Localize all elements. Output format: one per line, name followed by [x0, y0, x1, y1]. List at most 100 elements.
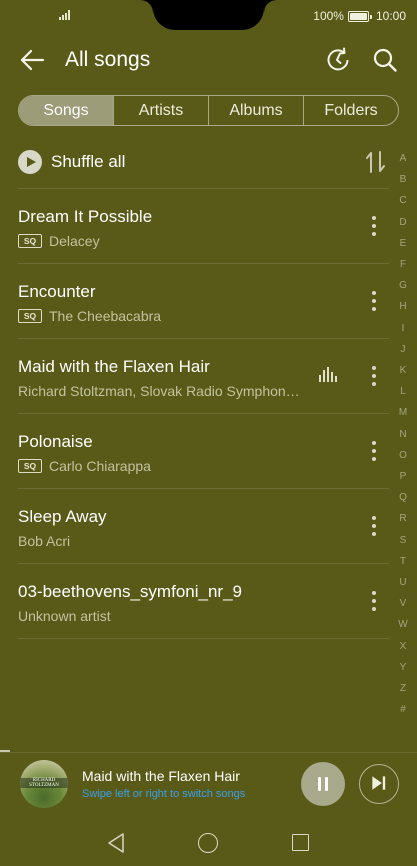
song-row[interactable]: 03-beethovens_symfoni_nr_9 Unknown artis… — [0, 563, 400, 638]
more-vertical-icon[interactable] — [366, 514, 382, 538]
alphabet-letter[interactable]: K — [392, 365, 414, 376]
alphabet-letter[interactable]: M — [392, 407, 414, 418]
song-subtitle: SQ Carlo Chiarappa — [18, 458, 151, 474]
song-artist: Carlo Chiarappa — [49, 458, 151, 474]
alphabet-letter[interactable]: Y — [392, 662, 414, 673]
song-artist: Bob Acri — [18, 533, 71, 549]
clock: 10:00 — [375, 9, 406, 23]
alphabet-letter[interactable]: D — [392, 217, 414, 228]
song-row[interactable]: Encounter SQ The Cheebacabra — [0, 263, 400, 338]
alphabet-letter[interactable]: X — [392, 641, 414, 652]
album-cover[interactable]: RICHARD STOLTZMAN — [20, 760, 68, 808]
playback-progress — [0, 750, 10, 752]
alphabet-letter[interactable]: H — [392, 301, 414, 312]
next-button[interactable] — [359, 764, 399, 804]
song-subtitle: Richard Stoltzman, Slovak Radio Symphon… — [18, 383, 300, 399]
alphabet-letter[interactable]: # — [392, 704, 414, 715]
status-bar: 100% 10:00 — [0, 0, 417, 32]
refresh-icon[interactable] — [325, 47, 351, 73]
song-row[interactable]: Dream It Possible SQ Delacey — [0, 188, 400, 263]
pause-icon-bar — [325, 777, 328, 791]
pause-button[interactable] — [301, 762, 345, 806]
camera-notch — [141, 0, 264, 30]
song-title: Encounter — [18, 282, 96, 301]
skip-next-icon — [372, 776, 386, 790]
alphabet-letter[interactable]: N — [392, 429, 414, 440]
alphabet-letter[interactable]: V — [392, 598, 414, 609]
alphabet-letter[interactable]: W — [392, 619, 414, 630]
tab-artists[interactable]: Artists — [113, 96, 208, 125]
song-title: Maid with the Flaxen Hair — [18, 357, 210, 376]
more-vertical-icon[interactable] — [366, 289, 382, 313]
more-vertical-icon[interactable] — [366, 589, 382, 613]
alphabet-index[interactable]: A B C D E F G H I J K L M N O P Q R S T U V W X Y Z # — [392, 153, 414, 723]
alphabet-letter[interactable]: S — [392, 535, 414, 546]
song-artist: Richard Stoltzman, Slovak Radio Symphon… — [18, 383, 300, 399]
music-app-screen: 100% 10:00 All songs Songs Artists Album… — [0, 0, 417, 866]
now-playing-title[interactable]: Maid with the Flaxen Hair — [82, 768, 240, 784]
sq-badge: SQ — [18, 309, 42, 323]
song-subtitle: Unknown artist — [18, 608, 111, 624]
song-artist: Delacey — [49, 233, 100, 249]
alphabet-letter[interactable]: L — [392, 386, 414, 397]
alphabet-letter[interactable]: U — [392, 577, 414, 588]
alphabet-letter[interactable]: E — [392, 238, 414, 249]
song-row[interactable]: Sleep Away Bob Acri — [0, 488, 400, 563]
more-vertical-icon[interactable] — [366, 214, 382, 238]
song-subtitle: SQ Delacey — [18, 233, 100, 249]
sq-badge: SQ — [18, 234, 42, 248]
page-title: All songs — [65, 48, 151, 71]
shuffle-all-button[interactable]: Shuffle all — [18, 147, 383, 177]
song-row[interactable]: Polonaise SQ Carlo Chiarappa — [0, 413, 400, 488]
app-header: All songs — [0, 32, 417, 88]
song-subtitle: SQ The Cheebacabra — [18, 308, 161, 324]
song-subtitle: Bob Acri — [18, 533, 70, 549]
album-cover-text: RICHARD STOLTZMAN — [20, 778, 68, 788]
alphabet-letter[interactable]: O — [392, 450, 414, 461]
alphabet-letter[interactable]: F — [392, 259, 414, 270]
nav-back-icon[interactable] — [106, 832, 126, 854]
swipe-hint: Swipe left or right to switch songs — [82, 788, 246, 800]
more-vertical-icon[interactable] — [366, 439, 382, 463]
alphabet-letter[interactable]: T — [392, 556, 414, 567]
song-title: 03-beethovens_symfoni_nr_9 — [18, 582, 242, 601]
battery-icon — [347, 10, 372, 22]
alphabet-letter[interactable]: B — [392, 174, 414, 185]
sort-icon[interactable] — [365, 150, 387, 174]
system-nav-bar — [0, 820, 417, 866]
status-right: 100% 10:00 — [313, 9, 406, 23]
signal-icon — [59, 10, 72, 20]
tab-albums[interactable]: Albums — [208, 96, 303, 125]
play-circle-icon — [18, 150, 42, 174]
alphabet-letter[interactable]: R — [392, 513, 414, 524]
song-title: Polonaise — [18, 432, 93, 451]
song-title: Sleep Away — [18, 507, 107, 526]
back-arrow-icon[interactable] — [19, 48, 45, 72]
alphabet-letter[interactable]: G — [392, 280, 414, 291]
tab-folders[interactable]: Folders — [303, 96, 398, 125]
mini-player-divider — [0, 752, 417, 753]
nav-recents-icon[interactable] — [292, 834, 309, 851]
search-icon[interactable] — [372, 47, 398, 73]
song-row-playing[interactable]: Maid with the Flaxen Hair Richard Stoltz… — [0, 338, 400, 413]
battery-percent: 100% — [313, 9, 344, 23]
song-artist: The Cheebacabra — [49, 308, 162, 324]
song-artist: Unknown artist — [18, 608, 111, 624]
alphabet-letter[interactable]: C — [392, 195, 414, 206]
alphabet-letter[interactable]: Z — [392, 683, 414, 694]
song-title: Dream It Possible — [18, 207, 153, 226]
sq-badge: SQ — [18, 459, 42, 473]
tab-songs[interactable]: Songs — [19, 96, 113, 125]
cover-line-2: STOLTZMAN — [29, 783, 59, 788]
more-vertical-icon[interactable] — [366, 364, 382, 388]
alphabet-letter[interactable]: P — [392, 471, 414, 482]
alphabet-letter[interactable]: I — [392, 323, 414, 334]
nav-home-icon[interactable] — [198, 833, 218, 853]
tab-bar: Songs Artists Albums Folders — [18, 95, 399, 126]
alphabet-letter[interactable]: Q — [392, 492, 414, 503]
divider — [18, 638, 389, 639]
alphabet-letter[interactable]: A — [392, 153, 414, 164]
pause-icon — [318, 777, 321, 791]
alphabet-letter[interactable]: J — [392, 344, 414, 355]
shuffle-all-label: Shuffle all — [51, 152, 126, 171]
